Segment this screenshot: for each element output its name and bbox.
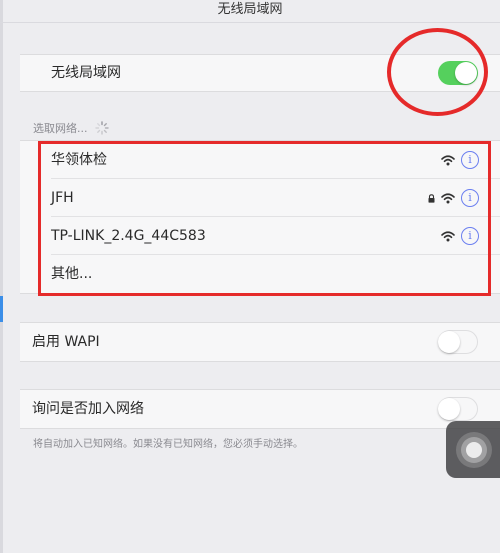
other-network-label: 其他... bbox=[51, 266, 93, 282]
info-icon[interactable]: i bbox=[461, 189, 479, 207]
networks-section-label: 选取网络... bbox=[33, 122, 88, 135]
wifi-signal-icon bbox=[441, 192, 455, 203]
network-name: 华领体检 bbox=[51, 152, 107, 168]
wapi-toggle-switch[interactable] bbox=[438, 330, 478, 354]
wifi-toggle-switch[interactable] bbox=[438, 61, 478, 85]
toggle-knob bbox=[438, 331, 460, 353]
page-title: 无线局域网 bbox=[217, 2, 283, 17]
network-name: JFH bbox=[51, 190, 74, 206]
selected-sidebar-edge bbox=[0, 296, 3, 322]
wifi-toggle-row[interactable]: 无线局域网 bbox=[20, 55, 500, 91]
loading-spinner-icon bbox=[95, 120, 109, 138]
assistive-ring-inner bbox=[466, 442, 482, 458]
nav-divider bbox=[0, 22, 500, 23]
wifi-toggle-card: 无线局域网 bbox=[20, 54, 500, 92]
ask-join-label: 询问是否加入网络 bbox=[32, 401, 144, 417]
ask-join-toggle-switch[interactable] bbox=[438, 397, 478, 421]
wifi-signal-icon bbox=[441, 154, 455, 165]
ask-join-card: 询问是否加入网络 bbox=[20, 389, 500, 429]
split-view-edge bbox=[0, 0, 3, 553]
network-row[interactable]: TP-LINK_2.4G_44C583 i bbox=[20, 217, 500, 255]
wapi-label: 启用 WAPI bbox=[32, 334, 100, 350]
network-row[interactable]: JFH i bbox=[20, 179, 500, 217]
wapi-row[interactable]: 启用 WAPI bbox=[20, 323, 500, 361]
info-icon[interactable]: i bbox=[461, 151, 479, 169]
ask-join-row[interactable]: 询问是否加入网络 bbox=[20, 390, 500, 428]
wifi-label: 无线局域网 bbox=[51, 65, 121, 81]
lock-icon bbox=[428, 193, 435, 203]
ask-join-footnote: 将自动加入已知网络。如果没有已知网络，您必须手动选择。 bbox=[33, 439, 303, 450]
networks-list-card: 华领体检 i JFH i TP-LINK_2.4G_44C583 i 其他... bbox=[20, 140, 500, 294]
toggle-knob bbox=[455, 62, 477, 84]
assistive-touch-button[interactable] bbox=[446, 421, 500, 478]
wapi-card: 启用 WAPI bbox=[20, 322, 500, 362]
network-name: TP-LINK_2.4G_44C583 bbox=[51, 228, 206, 244]
networks-section-header: 选取网络... bbox=[33, 120, 109, 138]
wifi-signal-icon bbox=[441, 230, 455, 241]
info-icon[interactable]: i bbox=[461, 227, 479, 245]
toggle-knob bbox=[438, 398, 460, 420]
other-network-row[interactable]: 其他... bbox=[20, 255, 500, 293]
network-row[interactable]: 华领体检 i bbox=[20, 141, 500, 179]
